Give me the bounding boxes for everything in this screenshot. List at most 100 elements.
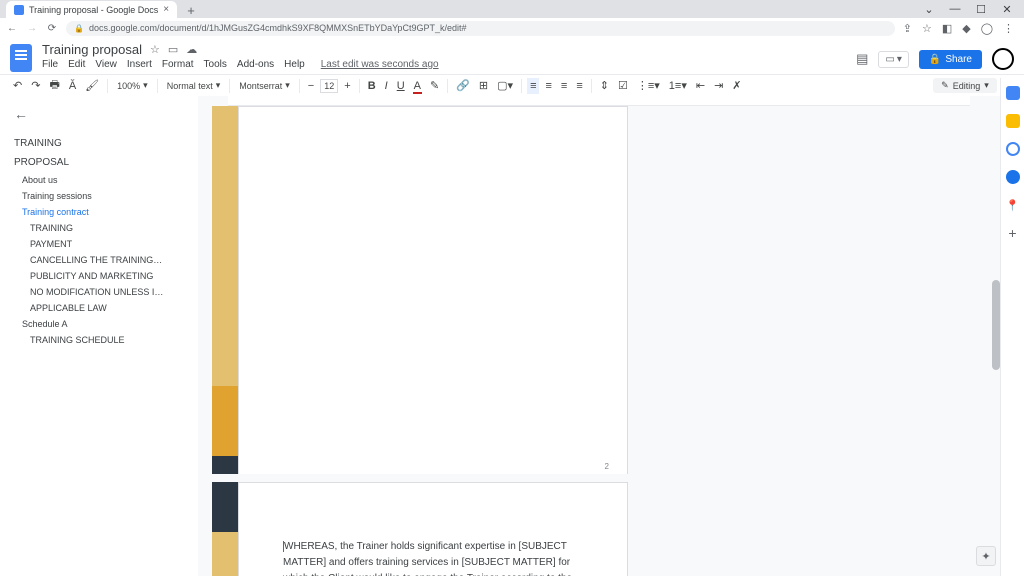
outline-heading[interactable]: TRAINING: [14, 134, 184, 153]
move-icon[interactable]: ▭: [168, 43, 178, 56]
bold-button[interactable]: B: [365, 78, 379, 94]
scrollbar[interactable]: [992, 280, 1000, 370]
increase-indent-button[interactable]: ⇥: [711, 77, 726, 94]
comment-button[interactable]: ⊞: [476, 77, 491, 94]
chevron-down-icon[interactable]: ⌄: [922, 3, 936, 16]
menu-tools[interactable]: Tools: [204, 59, 227, 70]
ruler[interactable]: [228, 96, 970, 106]
page-number: 2: [605, 462, 609, 471]
menu-addons[interactable]: Add-ons: [237, 59, 274, 70]
checklist-button[interactable]: ☑: [615, 77, 631, 94]
highlight-button[interactable]: ✎: [427, 77, 442, 94]
menu-insert[interactable]: Insert: [127, 59, 152, 70]
italic-button[interactable]: I: [382, 78, 391, 94]
underline-button[interactable]: U: [394, 78, 408, 94]
docs-logo[interactable]: [10, 44, 32, 72]
outline-item[interactable]: TRAINING SCHEDULE: [14, 332, 184, 348]
browser-menu-icon[interactable]: ⋮: [1003, 22, 1014, 35]
tab-title: Training proposal - Google Docs: [29, 5, 158, 15]
browser-tab[interactable]: Training proposal - Google Docs ×: [6, 1, 177, 18]
outline-item[interactable]: About us: [14, 172, 184, 188]
outline-item[interactable]: PUBLICITY AND MARKETING: [14, 268, 184, 284]
page[interactable]: 2: [238, 106, 628, 484]
share-button[interactable]: 🔒 Share: [919, 50, 982, 69]
number-list-button[interactable]: 1≡▾: [666, 77, 690, 94]
outline-item[interactable]: Schedule A: [14, 316, 184, 332]
outline-item[interactable]: PAYMENT: [14, 236, 184, 252]
outline-item[interactable]: CANCELLING THE TRAINING…: [14, 252, 184, 268]
keep-icon[interactable]: [1006, 114, 1020, 128]
maps-icon[interactable]: 📍: [1006, 198, 1020, 212]
new-tab-button[interactable]: +: [183, 2, 199, 18]
share-url-icon[interactable]: ⇪: [903, 22, 912, 35]
menu-file[interactable]: File: [42, 59, 58, 70]
cloud-status-icon[interactable]: ☁: [186, 43, 197, 56]
close-outline-button[interactable]: ←: [14, 106, 28, 122]
editing-mode-button[interactable]: ✎ Editing ▾: [933, 78, 997, 93]
reload-button[interactable]: ⟳: [46, 23, 58, 34]
clear-format-button[interactable]: ✗: [729, 77, 744, 94]
image-button[interactable]: ▢▾: [494, 77, 516, 94]
address-bar[interactable]: 🔒 docs.google.com/document/d/1hJMGusZG4c…: [66, 21, 895, 36]
decrease-font-button[interactable]: −: [305, 78, 317, 94]
align-center-button[interactable]: ≡: [542, 78, 554, 94]
url-text: docs.google.com/document/d/1hJMGusZG4cmd…: [89, 23, 467, 33]
body-text[interactable]: WHEREAS, the Trainer holds significant e…: [283, 539, 583, 576]
font-select[interactable]: Montserrat ▾: [235, 78, 294, 93]
bullet-list-button[interactable]: ⋮≡▾: [634, 77, 663, 94]
outline-item[interactable]: Training sessions: [14, 188, 184, 204]
outline-item[interactable]: TRAINING: [14, 220, 184, 236]
outline-item[interactable]: APPLICABLE LAW: [14, 300, 184, 316]
maximize-icon[interactable]: ☐: [974, 3, 988, 16]
font-size-input[interactable]: 12: [320, 79, 338, 93]
present-button[interactable]: ▭▾: [878, 51, 908, 68]
decrease-indent-button[interactable]: ⇤: [693, 77, 708, 94]
add-addon-icon[interactable]: +: [1006, 226, 1020, 240]
menu-help[interactable]: Help: [284, 59, 305, 70]
spellcheck-button[interactable]: Ă: [66, 78, 79, 94]
last-edit-link[interactable]: Last edit was seconds ago: [321, 59, 439, 70]
menu-view[interactable]: View: [95, 59, 117, 70]
tasks-icon[interactable]: [1006, 142, 1020, 156]
link-button[interactable]: 🔗: [453, 77, 473, 94]
line-spacing-button[interactable]: ⇕: [597, 77, 612, 94]
print-button[interactable]: 🖶: [46, 74, 62, 97]
align-justify-button[interactable]: ≡: [573, 78, 585, 94]
dropdown-icon: ▾: [897, 54, 902, 65]
paint-format-button[interactable]: 🖌: [82, 77, 102, 94]
bookmark-icon[interactable]: ☆: [922, 22, 932, 35]
outline-item[interactable]: NO MODIFICATION UNLESS I…: [14, 284, 184, 300]
align-left-button[interactable]: ≡: [527, 78, 539, 94]
undo-button[interactable]: ↶: [10, 77, 25, 94]
document-canvas[interactable]: 2 WHEREAS, the Trainer holds significant…: [198, 96, 1000, 576]
increase-font-button[interactable]: +: [341, 78, 353, 94]
docs-favicon: [14, 5, 24, 15]
text-color-button[interactable]: A: [411, 78, 424, 94]
forward-button[interactable]: →: [26, 23, 38, 34]
page[interactable]: WHEREAS, the Trainer holds significant e…: [238, 482, 628, 576]
document-title[interactable]: Training proposal: [42, 42, 142, 57]
side-panel: 📍 +: [1000, 78, 1024, 576]
account-avatar[interactable]: [992, 48, 1014, 70]
calendar-icon[interactable]: [1006, 86, 1020, 100]
extension-icon-2[interactable]: ◆: [962, 22, 970, 35]
explore-button[interactable]: ✦: [976, 546, 996, 566]
zoom-select[interactable]: 100% ▾: [113, 78, 152, 93]
minimize-icon[interactable]: —: [948, 3, 962, 16]
profile-chip[interactable]: ◯: [981, 22, 993, 35]
back-button[interactable]: ←: [6, 23, 18, 34]
contacts-icon[interactable]: [1006, 170, 1020, 184]
comment-history-icon[interactable]: ▤: [856, 51, 868, 67]
close-window-icon[interactable]: ✕: [1000, 3, 1014, 16]
lock-icon: 🔒: [74, 24, 84, 33]
outline-item-active[interactable]: Training contract: [14, 204, 184, 220]
star-icon[interactable]: ☆: [150, 43, 160, 56]
menu-edit[interactable]: Edit: [68, 59, 85, 70]
redo-button[interactable]: ↷: [28, 77, 43, 94]
align-right-button[interactable]: ≡: [558, 78, 570, 94]
style-select[interactable]: Normal text ▾: [163, 78, 225, 93]
extension-icon[interactable]: ◧: [942, 22, 952, 35]
outline-heading[interactable]: PROPOSAL: [14, 153, 184, 172]
menu-format[interactable]: Format: [162, 59, 194, 70]
close-tab-icon[interactable]: ×: [163, 4, 169, 15]
